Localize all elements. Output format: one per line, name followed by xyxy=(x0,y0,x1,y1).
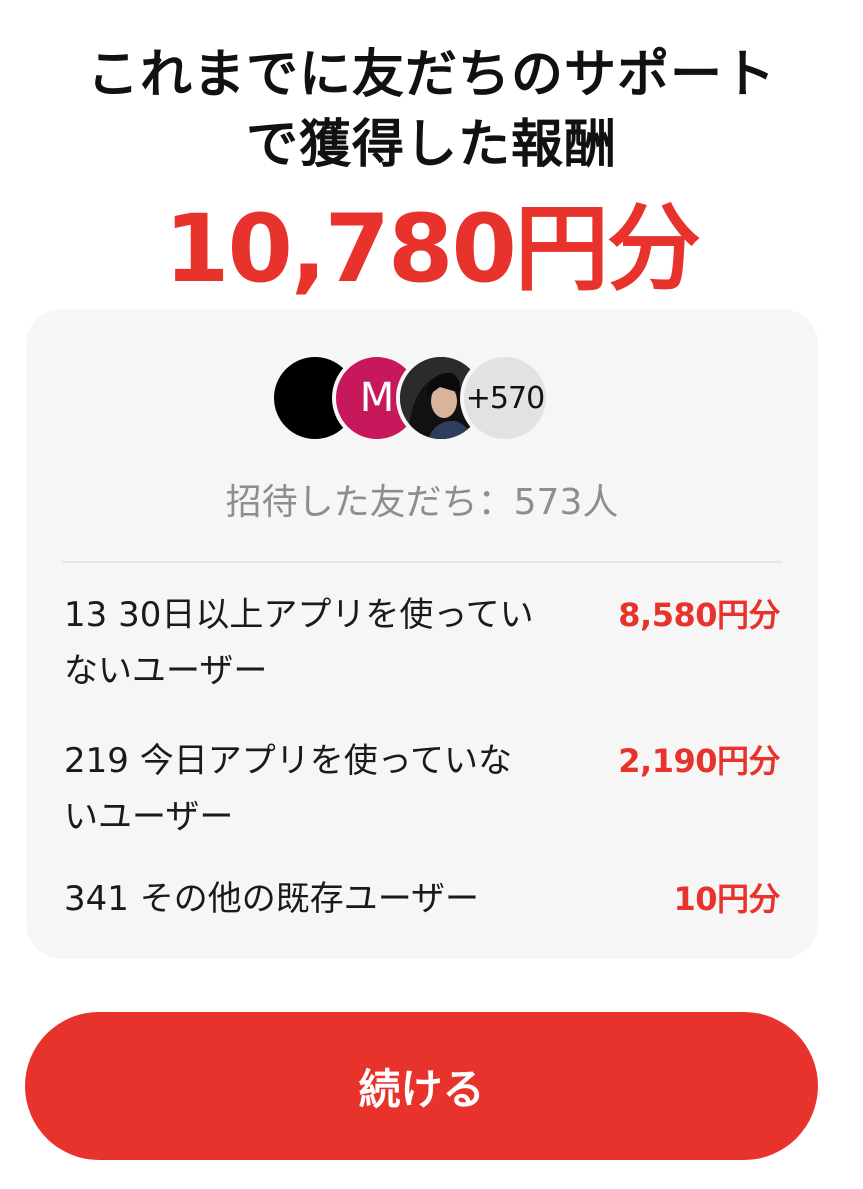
referral-summary-card: M +570 招待した友だち：573人 13 30日以上アプリを使っていないユー… xyxy=(26,309,818,959)
page-title: これまでに友だちのサポート で獲得した報酬 xyxy=(0,40,863,180)
page-title-line-1: これまでに友だちのサポート xyxy=(86,45,776,105)
reward-row-label: 219 今日アプリを使っていないユーザー xyxy=(64,741,513,837)
reward-row-label: 341 その他の既存ユーザー xyxy=(64,879,480,919)
reward-row-value: 10円分 xyxy=(673,880,780,918)
invited-friends-avatars: M +570 xyxy=(270,353,570,443)
reward-row-value: 8,580円分 xyxy=(618,596,780,634)
avatar-initial: M xyxy=(359,375,395,421)
more-friends-count: +570 xyxy=(460,353,550,443)
reward-row-value: 2,190円分 xyxy=(618,742,780,780)
continue-button[interactable]: 続ける xyxy=(25,1012,818,1160)
page-title-line-2: で獲得した報酬 xyxy=(245,115,617,175)
divider xyxy=(62,561,782,563)
invited-friends-count: 招待した友だち：573人 xyxy=(225,482,619,523)
reward-row-label: 13 30日以上アプリを使っていないユーザー xyxy=(64,595,534,691)
total-reward-amount: 10,780円分 xyxy=(164,195,701,304)
